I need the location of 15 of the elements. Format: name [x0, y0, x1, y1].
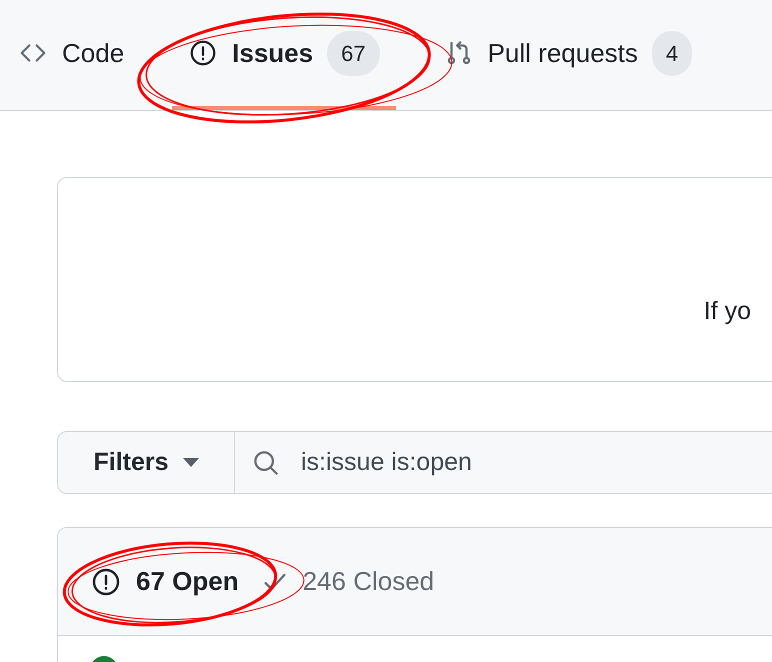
banner-text: If yo [704, 296, 751, 327]
tab-label: Pull requests [488, 36, 638, 70]
state-toggle[interactable]: 246 Closed [260, 562, 434, 601]
tab[interactable]: Issues 67 [172, 0, 396, 110]
filters-button[interactable]: Filters [57, 431, 235, 494]
tab[interactable]: Pull requests 4 [428, 0, 708, 110]
tab-counter: 67 [327, 30, 380, 76]
tab-label: Code [62, 36, 124, 70]
tab-label: Issues [232, 36, 314, 70]
search-query: is:issue is:open [301, 446, 472, 478]
tab-counter: 4 [652, 30, 692, 76]
caret-icon [182, 458, 199, 467]
tab[interactable]: Code [2, 0, 140, 110]
issue-icon [188, 38, 218, 68]
search-field[interactable]: is:issue is:open [235, 431, 772, 494]
